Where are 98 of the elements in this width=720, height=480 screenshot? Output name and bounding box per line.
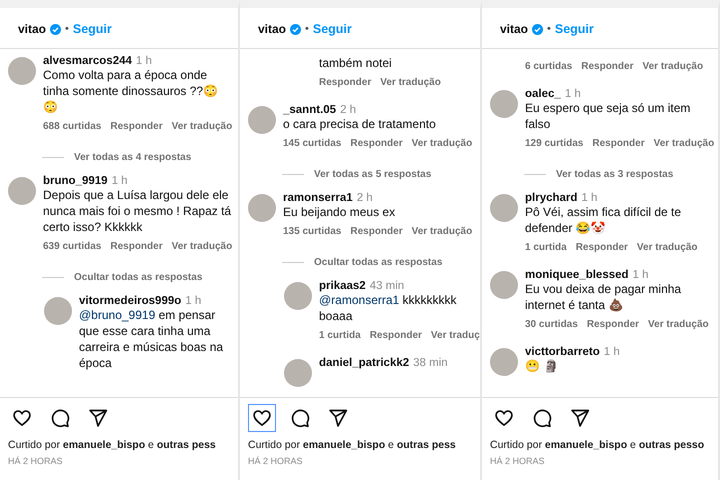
post-time: HÁ 2 HORAS bbox=[8, 456, 64, 466]
comment-text: Como volta para a época onde tinha somente dinossauros ??😳😳 bbox=[43, 67, 220, 115]
reply-button[interactable]: Responder bbox=[319, 77, 372, 88]
comment-time: 38 min bbox=[413, 357, 448, 369]
comment-time: 1 h bbox=[564, 88, 581, 100]
follow-button[interactable]: Seguir bbox=[72, 22, 112, 36]
translate-link[interactable]: Ver traduç bbox=[430, 330, 480, 341]
comment-time: 1 h bbox=[632, 269, 649, 281]
comment-time: 2 h bbox=[356, 192, 373, 204]
avatar[interactable] bbox=[490, 90, 518, 118]
username[interactable]: alvesmarcos244 bbox=[43, 55, 132, 67]
translate-link[interactable]: Ver tradução bbox=[412, 226, 472, 237]
likes-count[interactable]: 135 curtidas bbox=[283, 226, 342, 237]
username[interactable]: plrychard bbox=[525, 192, 578, 204]
comment-time: 1 h bbox=[112, 175, 128, 187]
comment-text: Pô Véi, assim fica difícil de te defender 😂🤡 bbox=[525, 204, 682, 236]
translate-link[interactable]: Ver tradução bbox=[636, 242, 698, 253]
replies-toggle[interactable]: Ocultar todas as respostas bbox=[314, 257, 442, 268]
separator-dot: • bbox=[65, 23, 69, 35]
reply-button[interactable]: Responder bbox=[110, 121, 163, 132]
comment-time: 1 h bbox=[136, 55, 152, 67]
reply-button[interactable]: Responder bbox=[370, 330, 422, 341]
likes-count[interactable]: 6 curtidas bbox=[525, 61, 572, 72]
username[interactable]: prikaas2 bbox=[319, 280, 366, 292]
replies-toggle[interactable]: Ver todas as 3 respostas bbox=[556, 169, 674, 180]
username[interactable]: bruno_9919 bbox=[43, 175, 108, 187]
liked-by-text: Curtido por emanuele_bispo e outras pess bbox=[8, 438, 217, 453]
comment-time: 1 h bbox=[581, 192, 598, 204]
replies-toggle[interactable]: Ver todas as 5 respostas bbox=[314, 169, 432, 180]
username[interactable]: moniquee_blessed bbox=[525, 269, 629, 281]
username[interactable]: ramonserra1 bbox=[283, 192, 353, 204]
avatar[interactable] bbox=[248, 106, 276, 134]
avatar[interactable] bbox=[490, 194, 518, 222]
translate-link[interactable]: Ver tradução bbox=[172, 121, 232, 132]
avatar[interactable] bbox=[284, 359, 312, 387]
verified-badge-icon bbox=[290, 24, 302, 34]
translate-link[interactable]: Ver tradução bbox=[380, 77, 441, 88]
comment-time: 2 h bbox=[340, 104, 356, 116]
comment-text: 😬 🗿 bbox=[525, 358, 560, 374]
likes-count[interactable]: 1 curtida bbox=[525, 242, 567, 253]
avatar[interactable] bbox=[8, 57, 36, 85]
avatar[interactable] bbox=[8, 177, 36, 205]
separator-dot: • bbox=[305, 23, 309, 35]
translate-link[interactable]: Ver tradução bbox=[642, 61, 704, 72]
liked-by-text: Curtido por emanuele_bispo e outras pess bbox=[248, 438, 457, 453]
verified-badge-icon bbox=[532, 24, 544, 34]
username[interactable]: _sannt.05 bbox=[283, 104, 336, 116]
translate-link[interactable]: Ver tradução bbox=[654, 138, 714, 149]
verified-badge-icon bbox=[50, 24, 62, 34]
comment-text: Eu vou deixa de pagar minha internet é tanta 💩 bbox=[525, 281, 682, 313]
follow-button[interactable]: Seguir bbox=[554, 22, 594, 36]
post-time: HÁ 2 HORAS bbox=[248, 456, 304, 466]
reply-button[interactable]: Responder bbox=[350, 138, 403, 149]
account-name[interactable]: vitao bbox=[258, 22, 286, 36]
comment-text: o cara precisa de tratamento bbox=[283, 116, 437, 132]
avatar[interactable] bbox=[490, 348, 518, 376]
post-time: HÁ 2 HORAS bbox=[490, 456, 546, 466]
username[interactable]: vitormedeiros999o bbox=[79, 295, 182, 307]
comment-time: 1 h bbox=[185, 295, 202, 307]
comment-text: Depois que a Luísa largou dele ele nunca mais foi o mesmo ! Rapaz tá certo isso? Kkkkkk bbox=[43, 187, 232, 235]
translate-link[interactable]: Ver tradução bbox=[648, 319, 709, 330]
translate-link[interactable]: Ver tradução bbox=[172, 241, 232, 252]
liked-by-text: Curtido por emanuele_bispo e outras pesso bbox=[490, 438, 706, 453]
comment-time: 1 h bbox=[604, 346, 620, 358]
likes-count[interactable]: 30 curtidas bbox=[525, 319, 578, 330]
likes-count[interactable]: 145 curtidas bbox=[283, 138, 342, 149]
avatar[interactable] bbox=[248, 194, 276, 222]
reply-button[interactable]: Responder bbox=[592, 138, 645, 149]
likes-count[interactable]: 688 curtidas bbox=[43, 121, 102, 132]
reply-button[interactable]: Responder bbox=[350, 226, 403, 237]
reply-button[interactable]: Responder bbox=[586, 319, 640, 330]
reply-button[interactable]: Responder bbox=[581, 61, 634, 72]
replies-toggle[interactable]: Ocultar todas as respostas bbox=[74, 272, 202, 283]
comment-time: 43 min bbox=[370, 280, 404, 292]
comment-text: @ramonserra1 kkkkkkkkk boaaa bbox=[319, 292, 458, 324]
follow-button[interactable]: Seguir bbox=[312, 22, 352, 36]
username[interactable]: oalec_ bbox=[525, 88, 561, 100]
reply-button[interactable]: Responder bbox=[576, 242, 628, 253]
replies-toggle[interactable]: Ver todas as 4 respostas bbox=[74, 152, 192, 163]
likes-count[interactable]: 1 curtida bbox=[319, 330, 361, 341]
mention-link[interactable]: @ramonserra1 bbox=[319, 293, 400, 307]
comment-text: @bruno_9919 em pensar que esse cara tinha uma carreira e músicas boas na época bbox=[79, 307, 224, 371]
account-name[interactable]: vitao bbox=[500, 22, 528, 36]
comment-text: Eu espero que seja só um item falso bbox=[525, 100, 692, 132]
likes-count[interactable]: 639 curtidas bbox=[43, 241, 102, 252]
username[interactable]: daniel_patrickk2 bbox=[319, 357, 410, 369]
comment-text: Eu beijando meus ex bbox=[283, 204, 396, 220]
translate-link[interactable]: Ver tradução bbox=[412, 138, 472, 149]
avatar[interactable] bbox=[490, 271, 518, 299]
comment-text: também notei bbox=[319, 55, 393, 71]
username[interactable]: victtorbarreto bbox=[525, 346, 600, 358]
likes-count[interactable]: 129 curtidas bbox=[525, 138, 584, 149]
avatar[interactable] bbox=[284, 282, 312, 310]
mention-link[interactable]: @bruno_9919 bbox=[79, 308, 156, 322]
reply-button[interactable]: Responder bbox=[110, 241, 163, 252]
separator-dot: • bbox=[547, 23, 551, 35]
account-name[interactable]: vitao bbox=[18, 22, 46, 36]
avatar[interactable] bbox=[44, 297, 72, 325]
